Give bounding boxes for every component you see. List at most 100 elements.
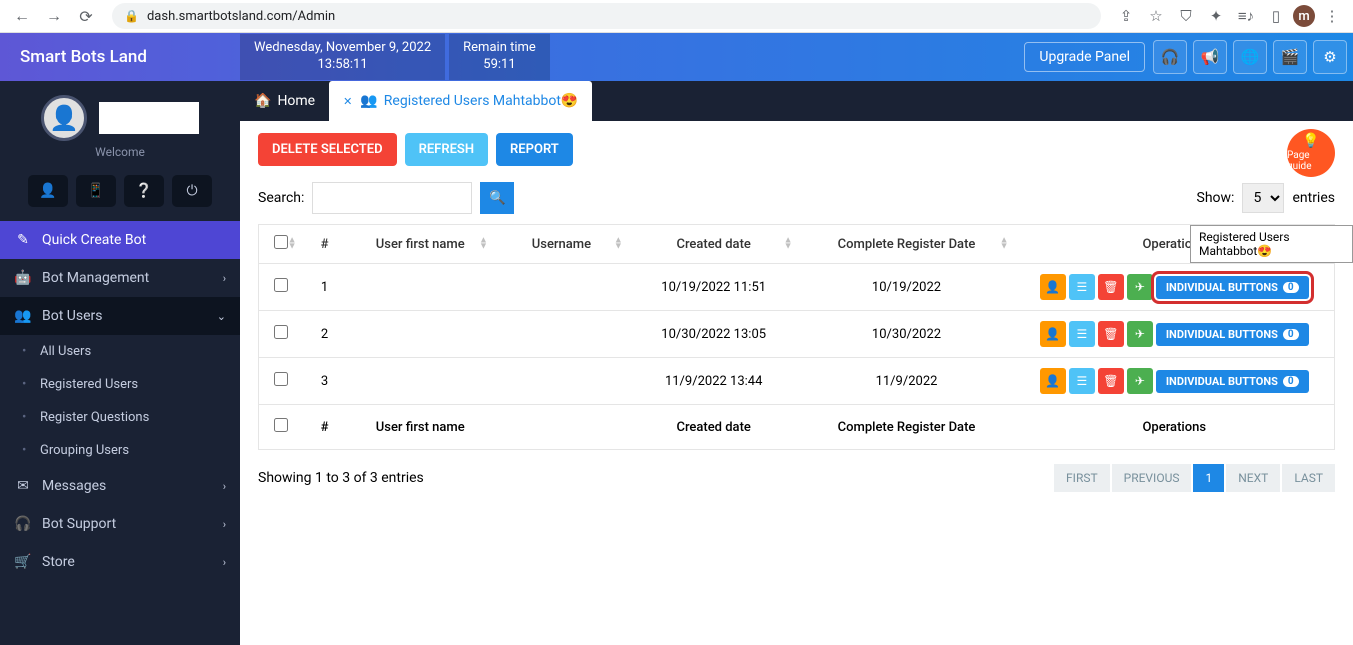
qa-user-icon[interactable]: 👤: [28, 175, 68, 207]
individual-buttons-button[interactable]: INDIVIDUAL BUTTONS 0: [1156, 276, 1309, 299]
select-all-checkbox-foot[interactable]: [274, 418, 288, 432]
page-first[interactable]: FIRST: [1054, 464, 1110, 492]
back-button[interactable]: ←: [8, 2, 36, 30]
extensions-icon[interactable]: ✦: [1203, 3, 1229, 29]
op-send-button[interactable]: ✈: [1127, 274, 1153, 300]
qa-power-icon[interactable]: ⏻: [172, 175, 212, 207]
panel-icon[interactable]: ▯: [1263, 3, 1289, 29]
close-icon[interactable]: ✕: [343, 95, 352, 108]
sub-all-users[interactable]: All Users: [0, 335, 240, 368]
row-first-name: [347, 358, 494, 405]
search-icon: 🔍: [489, 191, 506, 206]
op-profile-button[interactable]: 👤: [1040, 321, 1066, 347]
announce-icon[interactable]: 📢: [1193, 40, 1227, 74]
page-last[interactable]: LAST: [1282, 464, 1335, 492]
sidebar-item-bot-support[interactable]: 🎧 Bot Support ›: [0, 505, 240, 543]
sort-icon[interactable]: ▲▼: [784, 238, 793, 251]
globe-icon[interactable]: 🌐: [1233, 40, 1267, 74]
op-delete-button[interactable]: 🗑: [1098, 321, 1124, 347]
individual-buttons-button[interactable]: INDIVIDUAL BUTTONS 0: [1156, 323, 1309, 346]
select-all-checkbox[interactable]: [274, 235, 288, 249]
sub-registered-users[interactable]: Registered Users: [0, 368, 240, 401]
chevron-right-icon: ›: [223, 480, 226, 493]
foot-complete: Complete Register Date: [799, 405, 1015, 450]
sort-icon[interactable]: ▲▼: [1000, 238, 1009, 251]
forward-button[interactable]: →: [40, 2, 68, 30]
search-input[interactable]: [312, 182, 472, 214]
address-bar[interactable]: 🔒 dash.smartbotsland.com/Admin: [112, 3, 1101, 29]
sort-icon[interactable]: ▲▼: [614, 238, 623, 251]
sub-grouping-users[interactable]: Grouping Users: [0, 434, 240, 467]
star-icon[interactable]: ☆: [1143, 3, 1169, 29]
search-button[interactable]: 🔍: [480, 182, 514, 214]
col-username[interactable]: Username▲▼: [494, 225, 629, 264]
playlist-icon[interactable]: ≡♪: [1233, 3, 1259, 29]
col-first-name[interactable]: User first name▲▼: [347, 225, 494, 264]
foot-first-name: User first name: [347, 405, 494, 450]
upgrade-panel-button[interactable]: Upgrade Panel: [1024, 42, 1145, 72]
op-delete-button[interactable]: 🗑: [1098, 368, 1124, 394]
quick-actions: 👤 📱 ❔ ⏻: [0, 167, 240, 221]
col-num[interactable]: #: [303, 225, 347, 264]
sub-register-questions[interactable]: Register Questions: [0, 401, 240, 434]
report-button[interactable]: REPORT: [496, 133, 573, 166]
tab-registered-users[interactable]: ✕ 👥 Registered Users Mahtabbot😍: [329, 81, 592, 121]
page-1[interactable]: 1: [1193, 464, 1224, 492]
delete-selected-button[interactable]: DELETE SELECTED: [258, 133, 397, 166]
users-table: ▲▼ # User first name▲▼ Username▲▼ Create…: [258, 224, 1335, 450]
sidebar-item-store[interactable]: 🛒 Store ›: [0, 543, 240, 581]
tab-strip: 🏠 Home ✕ 👥 Registered Users Mahtabbot😍: [240, 81, 1353, 121]
page-guide-button[interactable]: 💡 Page guide: [1287, 129, 1335, 177]
table-row: 210/30/2022 13:0510/30/2022👤☰🗑✈INDIVIDUA…: [259, 311, 1335, 358]
hover-tooltip: Registered Users Mahtabbot😍: [1190, 225, 1353, 263]
menu-icon[interactable]: ⋮: [1319, 3, 1345, 29]
tab-home[interactable]: 🏠 Home: [240, 81, 329, 121]
row-created: 11/9/2022 13:44: [629, 358, 799, 405]
col-created[interactable]: Created date▲▼: [629, 225, 799, 264]
profile-avatar[interactable]: m: [1293, 5, 1315, 27]
sidebar: 👤 Welcome 👤 📱 ❔ ⏻ ✎ Quick Create Bot 🤖 B…: [0, 81, 240, 645]
sidebar-item-bot-users[interactable]: 👥 Bot Users ⌄: [0, 297, 240, 335]
quick-create-bot[interactable]: ✎ Quick Create Bot: [0, 221, 240, 259]
row-operations: 👤☰🗑✈INDIVIDUAL BUTTONS 0: [1023, 321, 1327, 347]
row-checkbox[interactable]: [274, 278, 288, 292]
foot-ops: Operations: [1015, 405, 1335, 450]
headset-icon: 🎧: [14, 516, 32, 532]
qa-mobile-icon[interactable]: 📱: [76, 175, 116, 207]
op-profile-button[interactable]: 👤: [1040, 274, 1066, 300]
settings-icon[interactable]: ⚙: [1313, 40, 1347, 74]
row-checkbox[interactable]: [274, 372, 288, 386]
op-list-button[interactable]: ☰: [1069, 274, 1095, 300]
video-icon[interactable]: 🎬: [1273, 40, 1307, 74]
row-complete: 10/19/2022: [799, 264, 1015, 311]
shield-icon[interactable]: ⛉: [1173, 3, 1199, 29]
refresh-button[interactable]: REFRESH: [405, 133, 488, 166]
qa-help-icon[interactable]: ❔: [124, 175, 164, 207]
op-list-button[interactable]: ☰: [1069, 368, 1095, 394]
row-num: 3: [303, 358, 347, 405]
sort-icon[interactable]: ▲▼: [288, 238, 297, 251]
page-prev[interactable]: PREVIOUS: [1112, 464, 1192, 492]
col-complete[interactable]: Complete Register Date▲▼: [799, 225, 1015, 264]
sidebar-item-bot-management[interactable]: 🤖 Bot Management ›: [0, 259, 240, 297]
page-next[interactable]: NEXT: [1226, 464, 1280, 492]
share-icon[interactable]: ⇪: [1113, 3, 1139, 29]
magic-icon: ✎: [14, 232, 32, 248]
op-send-button[interactable]: ✈: [1127, 321, 1153, 347]
support-icon[interactable]: 🎧: [1153, 40, 1187, 74]
row-created: 10/19/2022 11:51: [629, 264, 799, 311]
show-select[interactable]: 5: [1242, 183, 1284, 213]
op-delete-button[interactable]: 🗑: [1098, 274, 1124, 300]
home-icon: 🏠: [254, 93, 271, 109]
url-text: dash.smartbotsland.com/Admin: [147, 9, 335, 24]
op-send-button[interactable]: ✈: [1127, 368, 1153, 394]
showing-text: Showing 1 to 3 of 3 entries: [258, 470, 424, 486]
op-profile-button[interactable]: 👤: [1040, 368, 1066, 394]
sidebar-item-messages[interactable]: ✉ Messages ›: [0, 467, 240, 505]
users-icon: 👥: [14, 308, 32, 324]
sort-icon[interactable]: ▲▼: [479, 238, 488, 251]
row-checkbox[interactable]: [274, 325, 288, 339]
op-list-button[interactable]: ☰: [1069, 321, 1095, 347]
reload-button[interactable]: ⟳: [72, 2, 100, 30]
individual-buttons-button[interactable]: INDIVIDUAL BUTTONS 0: [1156, 370, 1309, 393]
